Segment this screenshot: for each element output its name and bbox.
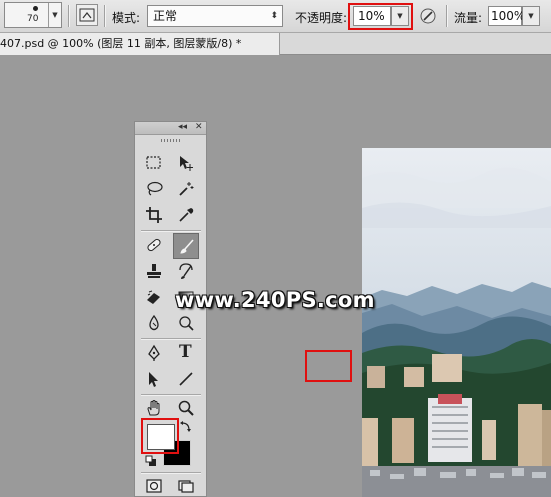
move-icon (180, 156, 193, 171)
dodge-icon (179, 316, 194, 331)
close-panel-button[interactable]: ✕ (195, 122, 203, 133)
opacity-highlight-box (348, 3, 413, 30)
zoom-tool[interactable] (175, 397, 197, 419)
path-selection-icon (149, 372, 158, 387)
quick-mask-button[interactable] (143, 475, 165, 497)
chevron-updown-icon: ⬍ (270, 11, 278, 21)
collapse-panel-button[interactable]: ◂◂ (178, 122, 187, 133)
pressure-opacity-button[interactable] (418, 6, 438, 26)
flow-input[interactable]: 100% (488, 6, 525, 26)
screen-mode-button[interactable] (175, 475, 197, 497)
swap-colors-button[interactable] (179, 419, 193, 433)
brush-tool-highlight-box (305, 350, 352, 382)
history-brush-icon (179, 263, 193, 279)
stamp-icon (147, 264, 161, 278)
tool-group-divider (141, 338, 201, 340)
bandage-icon (147, 238, 161, 252)
rectangular-marquee-tool[interactable] (143, 152, 165, 174)
magic-wand-icon (179, 182, 194, 196)
canvas-photo[interactable] (362, 148, 551, 497)
flow-label: 流量: (454, 11, 483, 25)
screen-mode-icon (178, 480, 194, 493)
tools-panel-header[interactable]: ◂◂ ✕ (135, 122, 206, 135)
spot-healing-brush-tool[interactable] (143, 234, 165, 256)
line-icon (179, 372, 193, 386)
magic-wand-tool[interactable] (175, 178, 197, 200)
blur-drop-icon (149, 314, 159, 331)
brush-preset-dropdown-arrow[interactable]: ▼ (48, 3, 61, 27)
divider (446, 5, 448, 27)
document-tab-bar: 407.psd @ 100% (图层 11 副本, 图层蒙版/8) * (0, 33, 551, 55)
brush-icon (180, 239, 194, 254)
opacity-label: 不透明度: (295, 11, 348, 25)
crop-icon (146, 207, 162, 223)
pen-pressure-icon (420, 8, 436, 24)
eraser-icon (147, 290, 160, 304)
tool-group-divider (141, 230, 201, 232)
pen-icon (148, 344, 160, 361)
city-landscape-image (362, 148, 551, 497)
magnifier-icon (178, 400, 194, 416)
watermark-text: www.240PS.com (175, 288, 375, 312)
panel-drag-grip[interactable] (161, 139, 181, 142)
eraser-tool[interactable] (143, 286, 165, 308)
options-bar: 70 ▼ 模式: 正常 ⬍ 不透明度: 10% ▼ 流量: 100% ▼ (0, 0, 551, 33)
clone-stamp-tool[interactable] (143, 260, 165, 282)
history-brush-tool[interactable] (175, 260, 197, 282)
lasso-icon (147, 181, 163, 196)
foreground-color-highlight-box (141, 418, 179, 454)
divider (68, 5, 70, 27)
tool-group-divider (141, 394, 201, 396)
eyedropper-icon (179, 208, 194, 222)
type-icon: T (179, 342, 192, 362)
flow-dropdown-arrow[interactable]: ▼ (522, 6, 540, 26)
blend-mode-select[interactable]: 正常 ⬍ (147, 5, 283, 27)
dodge-tool[interactable] (175, 312, 197, 334)
marquee-icon (146, 156, 161, 169)
mode-label: 模式: (112, 11, 141, 25)
divider (104, 5, 106, 27)
brush-tip-icon (33, 6, 38, 11)
swap-arrows-icon (180, 421, 191, 432)
crop-tool[interactable] (143, 204, 165, 226)
default-colors-button[interactable] (145, 455, 157, 467)
tool-group-divider (141, 472, 201, 474)
blur-tool[interactable] (143, 312, 165, 334)
document-tab[interactable]: 407.psd @ 100% (图层 11 副本, 图层蒙版/8) * (0, 33, 280, 55)
brush-size-value: 70 (27, 14, 39, 24)
eyedropper-tool[interactable] (175, 204, 197, 226)
brush-preset-picker[interactable]: 70 ▼ (4, 2, 62, 28)
brush-panel-toggle-button[interactable] (76, 4, 98, 26)
brush-tool[interactable] (173, 233, 199, 259)
blend-mode-value: 正常 (153, 9, 178, 23)
default-colors-icon (145, 455, 156, 466)
pen-tool[interactable] (143, 342, 165, 364)
hand-icon (147, 400, 160, 416)
path-selection-tool[interactable] (143, 368, 165, 390)
hand-tool[interactable] (143, 397, 165, 419)
quick-mask-icon (146, 479, 162, 493)
line-tool[interactable] (175, 368, 197, 390)
move-tool[interactable] (175, 152, 197, 174)
brush-panel-icon (79, 8, 95, 22)
lasso-tool[interactable] (143, 178, 165, 200)
type-tool[interactable]: T (175, 342, 197, 364)
